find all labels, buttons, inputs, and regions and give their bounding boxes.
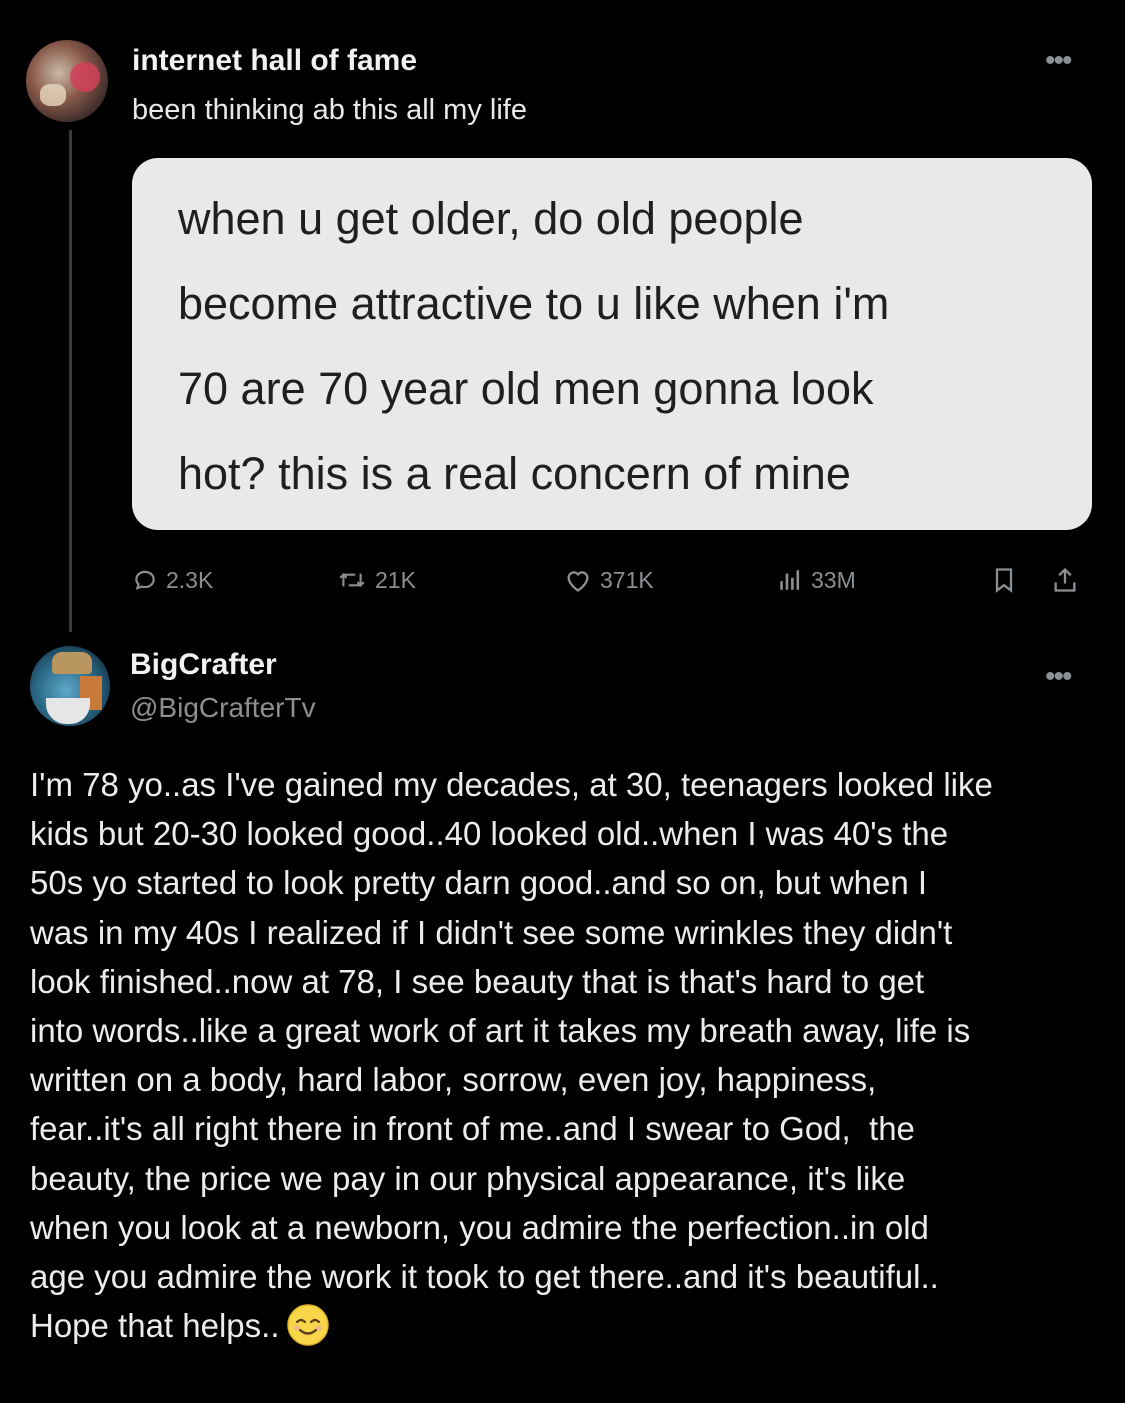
bar-chart-icon <box>777 567 803 593</box>
reply-text-line: 50s yo started to look pretty darn good.… <box>30 864 928 902</box>
repost-arrows-icon <box>337 567 367 593</box>
reply-bubble-icon <box>132 567 158 593</box>
reply-text-line: Hope that helps.. <box>30 1307 280 1345</box>
quoted-image-text: when u get older, do old people become a… <box>178 176 1078 516</box>
heart-icon <box>564 567 592 593</box>
reply-text-line: I'm 78 yo..as I've gained my decades, at… <box>30 766 993 803</box>
reply-text-line: fear..it's all right there in front of m… <box>30 1110 915 1148</box>
repost-button[interactable]: 21K <box>337 558 416 602</box>
avatar-detail <box>46 698 90 724</box>
thread-connector-line <box>69 130 72 632</box>
reply-author-name[interactable]: BigCrafter <box>130 648 277 682</box>
more-dots-icon[interactable]: ••• <box>1045 662 1072 692</box>
views-count: 33M <box>811 566 856 593</box>
reply-text-line: beauty, the price we pay in our physical… <box>30 1159 906 1197</box>
reply-text-line: was in my 40s I realized if I didn't see… <box>30 913 953 951</box>
like-count: 371K <box>600 566 654 593</box>
more-dots-icon[interactable]: ••• <box>1045 46 1072 76</box>
author-name[interactable]: internet hall of fame <box>132 44 417 78</box>
repost-count: 21K <box>375 566 416 593</box>
reply-text-line: kids but 20-30 looked good..40 looked ol… <box>30 815 949 853</box>
quote-line: 70 are 70 year old men gonna look <box>178 363 874 414</box>
bookmark-icon <box>992 566 1016 594</box>
avatar-detail <box>52 652 92 674</box>
views-button[interactable]: 33M <box>777 558 856 602</box>
reply-text-line: into words..like a great work of art it … <box>30 1012 971 1050</box>
reply-button[interactable]: 2.3K <box>132 558 213 602</box>
share-button[interactable] <box>1052 558 1078 602</box>
action-bar: 2.3K 21K 371K 33M <box>132 558 1094 602</box>
reply-post-text: I'm 78 yo..as I've gained my decades, at… <box>30 760 1105 1350</box>
share-icon <box>1052 566 1078 594</box>
reply-count: 2.3K <box>166 566 214 593</box>
reply-text-line-last: Hope that helps.. <box>30 1301 1105 1350</box>
reply-text-line: age you admire the work it took to get t… <box>30 1258 939 1296</box>
quote-line: when u get older, do old people <box>178 193 804 244</box>
quote-line: become attractive to u like when i'm <box>178 278 890 329</box>
post-text: been thinking ab this all my life <box>132 94 527 126</box>
avatar-detail <box>40 84 66 106</box>
original-post: internet hall of fame been thinking ab t… <box>0 0 1125 640</box>
reply-text-line: look finished..now at 78, I see beauty t… <box>30 962 925 1000</box>
reply-text-line: when you look at a newborn, you admire t… <box>30 1208 929 1246</box>
reply-author-handle[interactable]: @BigCrafterTv <box>130 692 316 724</box>
quote-line: hot? this is a real concern of mine <box>178 448 851 499</box>
bookmark-button[interactable] <box>992 558 1016 602</box>
reply-author-avatar[interactable] <box>30 646 110 726</box>
reply-text-line: written on a body, hard labor, sorrow, e… <box>30 1061 877 1099</box>
author-avatar[interactable] <box>26 40 108 122</box>
relieved-face-emoji <box>286 1303 330 1347</box>
quoted-image-card[interactable]: when u get older, do old people become a… <box>132 158 1092 530</box>
avatar-detail <box>70 62 100 92</box>
like-button[interactable]: 371K <box>564 558 654 602</box>
